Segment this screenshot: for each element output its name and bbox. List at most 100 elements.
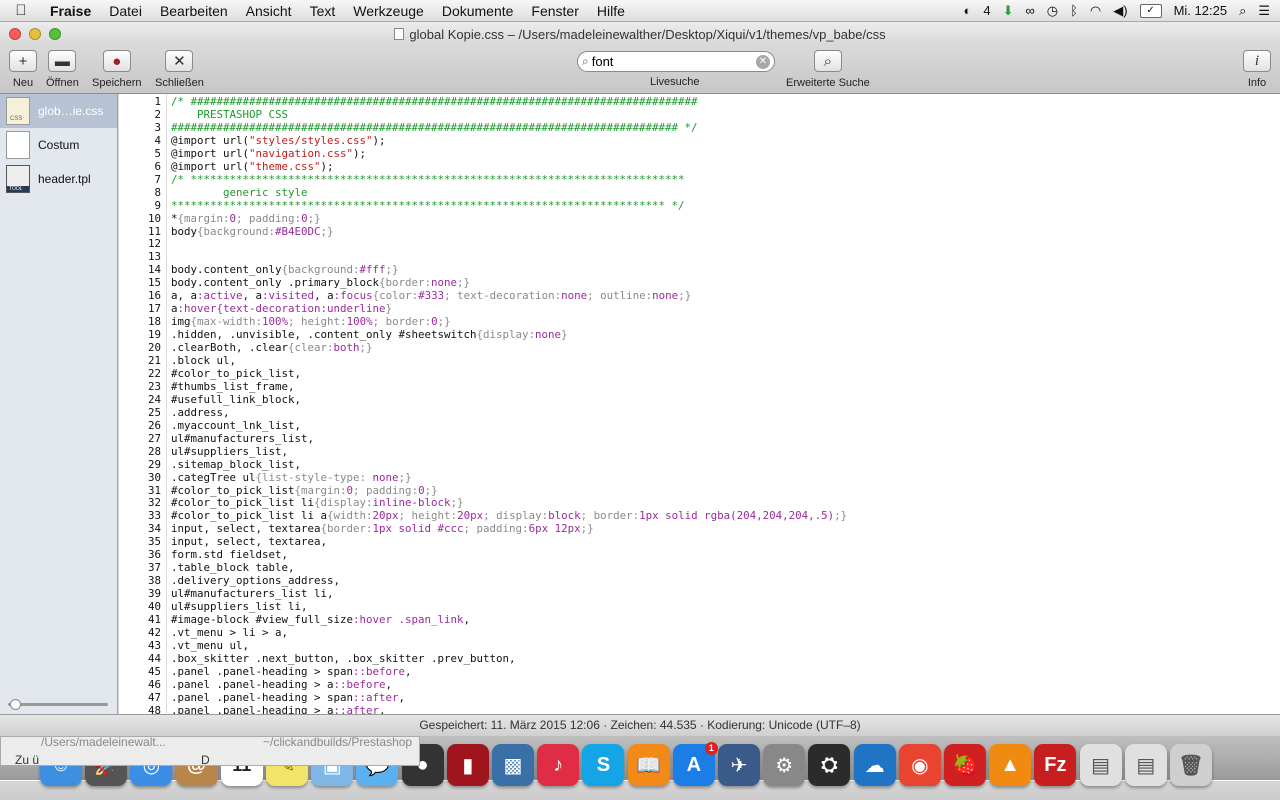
code-line[interactable]: body.content_only{background:#fff;} <box>171 263 399 276</box>
code-line[interactable]: #color_to_pick_list li{display:inline-bl… <box>171 496 464 509</box>
code-line[interactable]: .myaccount_lnk_list, <box>171 419 301 432</box>
code-line[interactable]: .categTree ul{list-style-type: none;} <box>171 471 412 484</box>
code-line[interactable]: .sitemap_block_list, <box>171 458 301 471</box>
slider-knob[interactable] <box>10 699 21 710</box>
document-proxy-icon[interactable] <box>394 27 405 40</box>
menu-bearbeiten[interactable]: Bearbeiten <box>151 3 237 19</box>
code-line[interactable]: .vt_menu > li > a, <box>171 626 288 639</box>
history-icon[interactable]: ◷ <box>1047 3 1058 19</box>
code-line[interactable]: a, a:active, a:visited, a:focus{color:#3… <box>171 289 691 302</box>
volume-icon[interactable]: ◀) <box>1113 3 1127 19</box>
code-line[interactable]: input, select, textarea, <box>171 535 327 548</box>
strawberry-icon[interactable]: 🍓 <box>944 744 986 786</box>
live-search-field[interactable]: ⌕ ✕ <box>577 51 775 72</box>
info-button[interactable]: i Info <box>1243 50 1271 89</box>
photobooth-icon[interactable]: ▮ <box>446 744 489 786</box>
menu-clock[interactable]: Mi. 12:25 <box>1174 3 1227 18</box>
bluetooth-icon[interactable]: ᛒ <box>1070 3 1078 18</box>
code-line[interactable]: ########################################… <box>171 121 698 134</box>
code-line[interactable]: .panel .panel-heading > span::after, <box>171 691 405 704</box>
system-preferences-icon[interactable]: ⚙ <box>763 744 806 786</box>
code-line[interactable]: .vt_menu ul, <box>171 639 249 652</box>
code-line[interactable]: PRESTASHOP CSS <box>171 108 288 121</box>
code-line[interactable]: #usefull_link_block, <box>171 393 301 406</box>
menu-hilfe[interactable]: Hilfe <box>588 3 634 19</box>
code-line[interactable]: ****************************************… <box>171 199 685 212</box>
code-line[interactable]: .delivery_options_address, <box>171 574 340 587</box>
code-line[interactable]: .box_skitter .next_button, .box_skitter … <box>171 652 516 665</box>
menu-ansicht[interactable]: Ansicht <box>237 3 301 19</box>
save-button[interactable]: ● Speichern <box>92 50 142 89</box>
download-status-icon[interactable]: ⬇ <box>1003 3 1014 19</box>
code-line[interactable]: #image-block #view_full_size:hover .span… <box>171 613 470 626</box>
code-line[interactable]: body{background:#B4E0DC;} <box>171 225 334 238</box>
code-line[interactable]: @import url("theme.css"); <box>171 160 334 173</box>
sidebar-item-costum[interactable]: Costum <box>0 128 117 162</box>
code-line[interactable]: .panel .panel-heading > a::after, <box>171 704 386 714</box>
search-input[interactable] <box>591 54 742 69</box>
filezilla-icon[interactable]: Fz <box>1034 744 1077 786</box>
open-button[interactable]: ▬ Öffnen <box>46 50 79 89</box>
code-line[interactable]: ul#manufacturers_list li, <box>171 587 334 600</box>
sidebar-item-header-tpl[interactable]: header.tpl <box>0 162 117 196</box>
wifi-icon[interactable]: ◠ <box>1090 3 1101 19</box>
code-line[interactable]: .block ul, <box>171 354 236 367</box>
search-clear-icon[interactable]: ✕ <box>756 54 770 69</box>
apple-menu-icon[interactable]:  <box>0 2 42 19</box>
menu-datei[interactable]: Datei <box>100 3 151 19</box>
adobe-status-icon[interactable]: 4 <box>983 3 990 18</box>
close-document-button[interactable]: ✕ Schließen <box>155 50 204 89</box>
trash-icon[interactable]: 🗑 <box>1170 744 1212 786</box>
openoffice-icon[interactable]: ☁ <box>853 744 896 786</box>
code-line[interactable]: img{max-width:100%; height:100%; border:… <box>171 315 451 328</box>
notification-center-icon[interactable]: ☰ <box>1258 3 1270 19</box>
code-line[interactable]: .table_block table, <box>171 561 295 574</box>
code-line[interactable]: generic style <box>171 186 308 199</box>
background-window[interactable]: /Users/madeleinewalt... ~/clickandbuilds… <box>0 736 420 766</box>
advanced-search-button[interactable]: ⌕ Erweiterte Suche <box>786 50 870 89</box>
code-line[interactable]: input, select, textarea{border:1px solid… <box>171 522 594 535</box>
code-line[interactable]: /* *************************************… <box>171 173 685 186</box>
code-line[interactable]: #color_to_pick_list li a{width:20px; hei… <box>171 509 847 522</box>
code-line[interactable]: *{margin:0; padding:0;} <box>171 212 321 225</box>
code-line[interactable]: .panel .panel-heading > span::before, <box>171 665 412 678</box>
code-line[interactable]: #thumbs_list_frame, <box>171 380 295 393</box>
menu-werkzeuge[interactable]: Werkzeuge <box>344 3 433 19</box>
code-line[interactable]: .clearBoth, .clear{clear:both;} <box>171 341 373 354</box>
timemachine-status-icon[interactable]: ◐ <box>963 3 971 18</box>
code-line[interactable]: body.content_only .primary_block{border:… <box>171 276 470 289</box>
steam-icon[interactable]: ⛭ <box>808 744 851 786</box>
code-line[interactable]: ul#manufacturers_list, <box>171 432 314 445</box>
new-button[interactable]: + Neu <box>9 50 37 89</box>
icon-size-slider[interactable] <box>8 699 108 710</box>
code-line[interactable]: form.std fieldset, <box>171 548 288 561</box>
iphoto-icon[interactable]: ▩ <box>492 744 534 786</box>
input-source-icon[interactable]: ✓ <box>1139 3 1162 18</box>
code-line[interactable]: a:hover{text-decoration:underline} <box>171 302 392 315</box>
document-stack-2-icon[interactable]: ▤ <box>1124 744 1167 786</box>
code-line[interactable]: .panel .panel-heading > a::before, <box>171 678 392 691</box>
menu-app-name[interactable]: Fraise <box>42 3 100 19</box>
skype-icon[interactable]: S <box>582 744 625 786</box>
code-line[interactable]: .address, <box>171 406 230 419</box>
menu-text[interactable]: Text <box>301 3 345 19</box>
itunes-icon[interactable]: ♪ <box>537 744 580 786</box>
spotlight-icon[interactable]: ⌕ <box>1239 3 1246 19</box>
preview-bird-icon[interactable]: ✈ <box>718 744 760 786</box>
code-line[interactable]: #color_to_pick_list{margin:0; padding:0;… <box>171 484 438 497</box>
creative-cloud-icon[interactable]: ∞ <box>1025 3 1034 18</box>
code-line[interactable]: ul#suppliers_list, <box>171 445 288 458</box>
menu-fenster[interactable]: Fenster <box>522 3 587 19</box>
code-line[interactable]: ul#suppliers_list li, <box>171 600 308 613</box>
document-stack-icon[interactable]: ▤ <box>1079 744 1122 786</box>
menu-dokumente[interactable]: Dokumente <box>433 3 523 19</box>
code-line[interactable]: /* #####################################… <box>171 95 698 108</box>
sidebar-item-global-css[interactable]: glob…ie.css <box>0 94 117 128</box>
vlc-icon[interactable]: ▲ <box>989 744 1032 786</box>
code-line[interactable]: @import url("styles/styles.css"); <box>171 134 386 147</box>
code-line[interactable]: #color_to_pick_list, <box>171 367 301 380</box>
code-line[interactable]: @import url("navigation.css"); <box>171 147 366 160</box>
code-editor[interactable]: 1 2 3 4 5 6 7 8 9 10 11 12 13 14 15 16 17 18 19 20 21 22 23 24 2… <box>119 94 1280 714</box>
code-line[interactable]: .hidden, .unvisible, .content_only #shee… <box>171 328 568 341</box>
ibooks-icon[interactable]: 📖 <box>627 744 670 786</box>
